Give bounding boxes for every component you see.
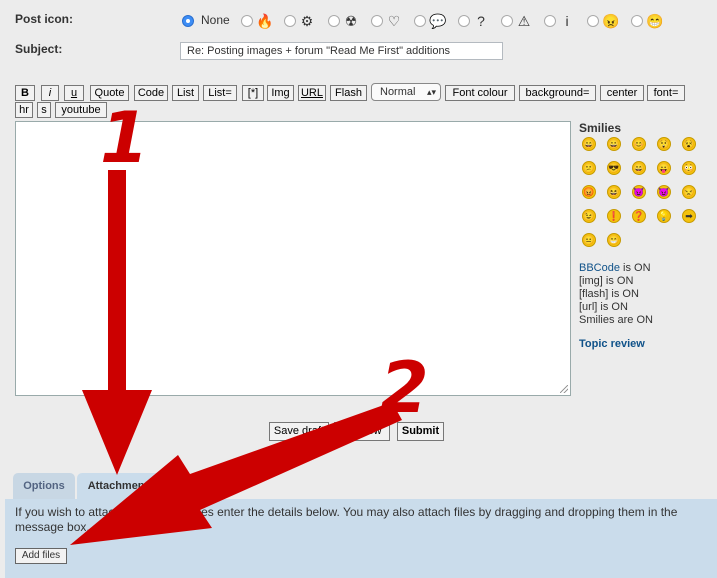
arrow-one-icon [82,170,152,475]
annotation-number-one: 1 [100,97,149,179]
annotation-number-two: 2 [380,347,429,429]
annotation-overlay: 1 2 [70,97,429,545]
